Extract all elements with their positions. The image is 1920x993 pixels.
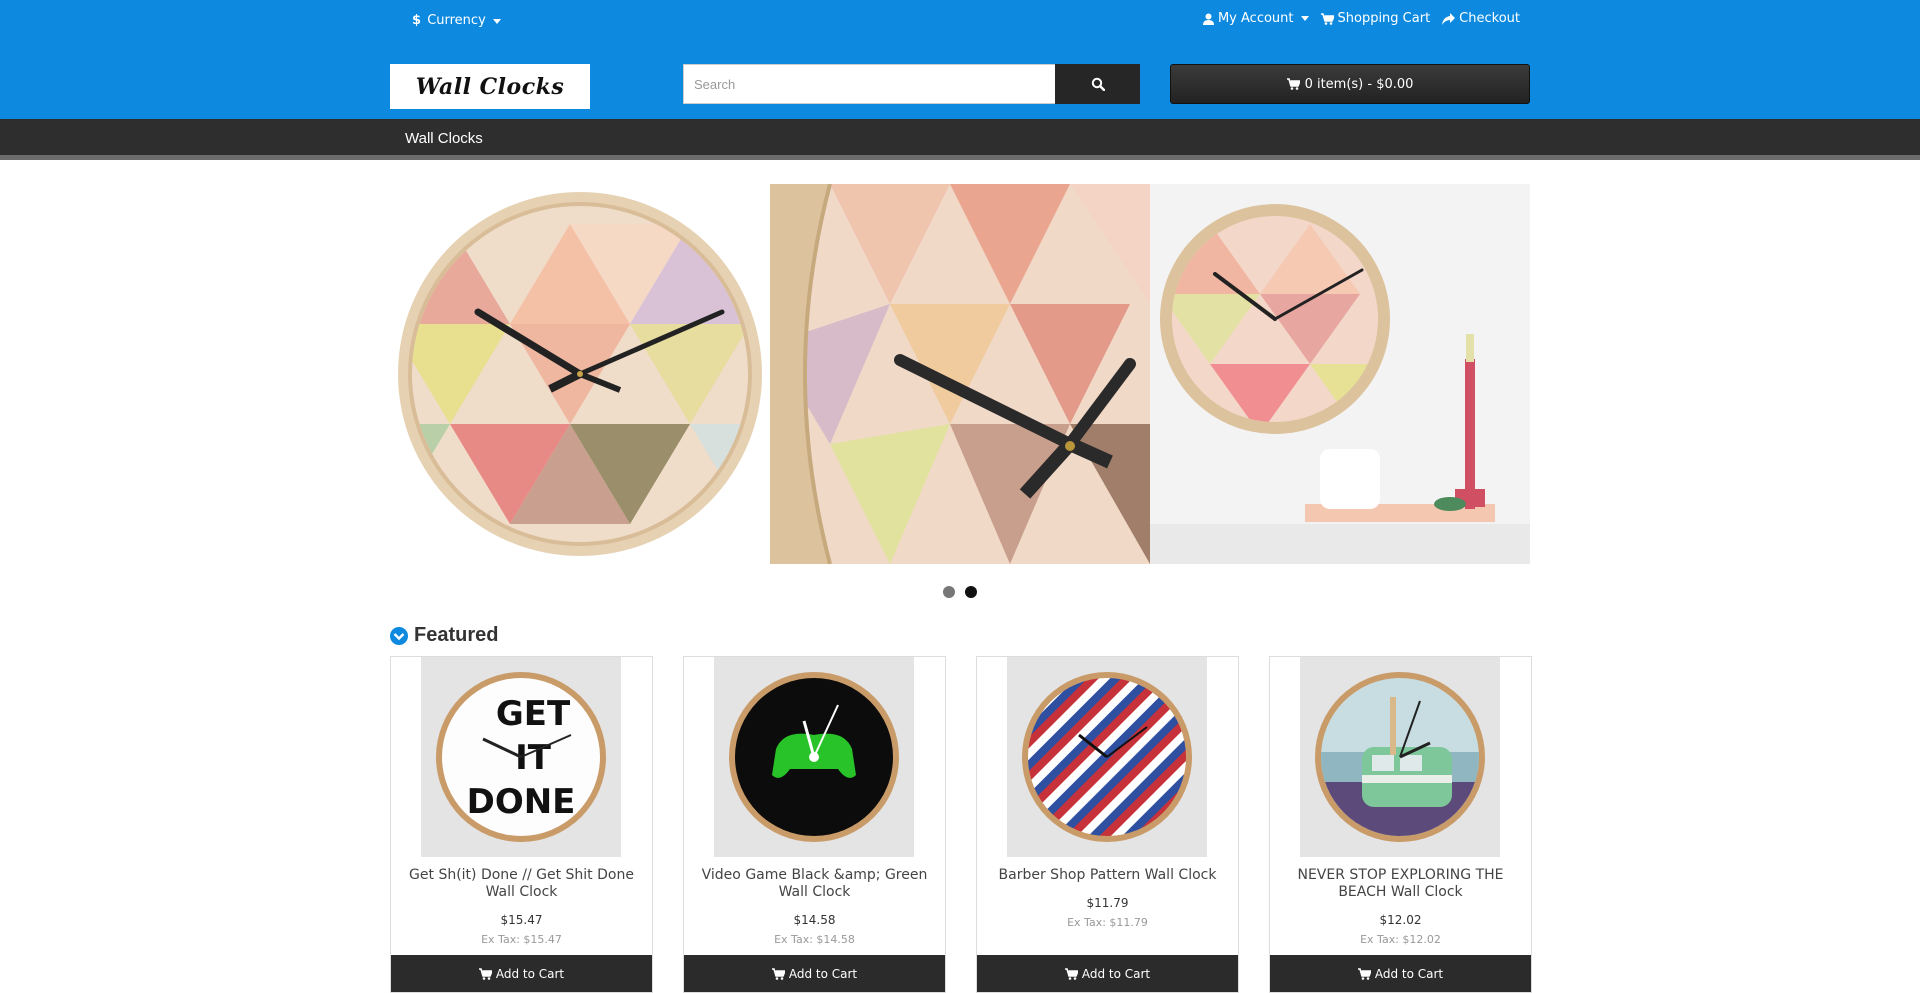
clock-barber-shop-image [1007,657,1207,857]
currency-label: Currency [427,13,486,28]
add-to-cart-button[interactable]: Add to Cart [684,955,945,992]
shopping-cart-link[interactable]: Shopping Cart [1320,11,1431,26]
cart-summary-label: 0 item(s) - $0.00 [1304,76,1414,92]
cart-icon [1320,12,1334,25]
logo-text: Wall Clocks [415,73,565,100]
clock-beach-van-image [1300,657,1500,857]
currency-dropdown[interactable]: $ Currency [412,13,501,28]
my-account-label: My Account [1217,11,1294,26]
carousel-pagination [943,586,977,598]
user-icon [1202,13,1214,25]
main-nav: Wall Clocks [0,119,1920,160]
product-name[interactable]: Video Game Black &amp; Green Wall Clock [694,867,935,901]
cart-icon [771,967,785,980]
product-image[interactable]: GET IT DONE [421,657,621,857]
carousel-slide-clock-room[interactable] [1150,184,1530,564]
add-to-cart-label: Add to Cart [495,966,565,981]
svg-text:GET: GET [496,694,571,734]
svg-text:DONE: DONE [467,782,576,822]
share-icon [1442,12,1456,25]
add-to-cart-label: Add to Cart [1081,966,1151,981]
search-icon [1091,77,1105,91]
carousel-slide-clock-closeup[interactable] [770,184,1150,564]
featured-title: Featured [414,624,499,646]
add-to-cart-button[interactable]: Add to Cart [977,955,1238,992]
my-account-link[interactable]: My Account [1202,11,1309,26]
checkout-label: Checkout [1459,11,1520,26]
checkout-link[interactable]: Checkout [1442,11,1520,26]
clock-room-image [1150,184,1530,564]
product-price: $12.02 [1379,913,1422,927]
featured-heading: Featured [390,624,498,647]
cart-icon [1357,967,1371,980]
product-card: GET IT DONE Get Sh(it) Done // Get Shit … [390,656,653,993]
product-price: $14.58 [793,913,836,927]
product-name[interactable]: NEVER STOP EXPLORING THE BEACH Wall Cloc… [1280,867,1521,901]
nav-item-wall-clocks[interactable]: Wall Clocks [405,130,483,147]
carousel-dot-2[interactable] [965,586,977,598]
add-to-cart-button[interactable]: Add to Cart [391,955,652,992]
product-image[interactable] [1007,657,1207,857]
top-header: $ Currency My Account Shopping Cart Chec… [0,0,1920,119]
chevron-circle-down-icon [390,626,408,645]
carousel-slide-clock-front[interactable] [390,184,770,564]
add-to-cart-label: Add to Cart [1374,966,1444,981]
product-ex-tax: Ex Tax: $12.02 [1360,933,1441,946]
product-price: $11.79 [1086,896,1129,910]
store-logo[interactable]: Wall Clocks [390,64,590,109]
top-links: My Account Shopping Cart Checkout [1202,11,1520,26]
product-name[interactable]: Barber Shop Pattern Wall Clock [987,867,1228,884]
search-placeholder: Search [694,76,736,92]
product-name[interactable]: Get Sh(it) Done // Get Shit Done Wall Cl… [401,867,642,901]
currency-symbol: $ [412,13,422,28]
add-to-cart-button[interactable]: Add to Cart [1270,955,1531,992]
svg-text:IT: IT [515,738,552,778]
cart-summary-button[interactable]: 0 item(s) - $0.00 [1170,64,1530,104]
product-ex-tax: Ex Tax: $14.58 [774,933,855,946]
clock-closeup-image [770,184,1150,564]
search-button[interactable] [1055,64,1140,104]
product-price: $15.47 [500,913,543,927]
clock-video-game-image [714,657,914,857]
product-image[interactable] [714,657,914,857]
chevron-down-icon [492,19,501,24]
carousel-dot-1[interactable] [943,586,955,598]
cart-icon [1286,78,1300,90]
clock-image [398,192,762,556]
clock-get-it-done-image: GET IT DONE [421,657,621,857]
chevron-down-icon [1300,16,1309,21]
product-card: NEVER STOP EXPLORING THE BEACH Wall Cloc… [1269,656,1532,993]
cart-icon [478,967,492,980]
add-to-cart-label: Add to Cart [788,966,858,981]
product-image[interactable] [1300,657,1500,857]
shopping-cart-label: Shopping Cart [1337,11,1431,26]
cart-icon [1064,967,1078,980]
product-card: Video Game Black &amp; Green Wall Clock … [683,656,946,993]
product-ex-tax: Ex Tax: $15.47 [481,933,562,946]
search-input[interactable]: Search [683,64,1056,104]
product-ex-tax: Ex Tax: $11.79 [1067,916,1148,929]
product-card: Barber Shop Pattern Wall Clock $11.79 Ex… [976,656,1239,993]
